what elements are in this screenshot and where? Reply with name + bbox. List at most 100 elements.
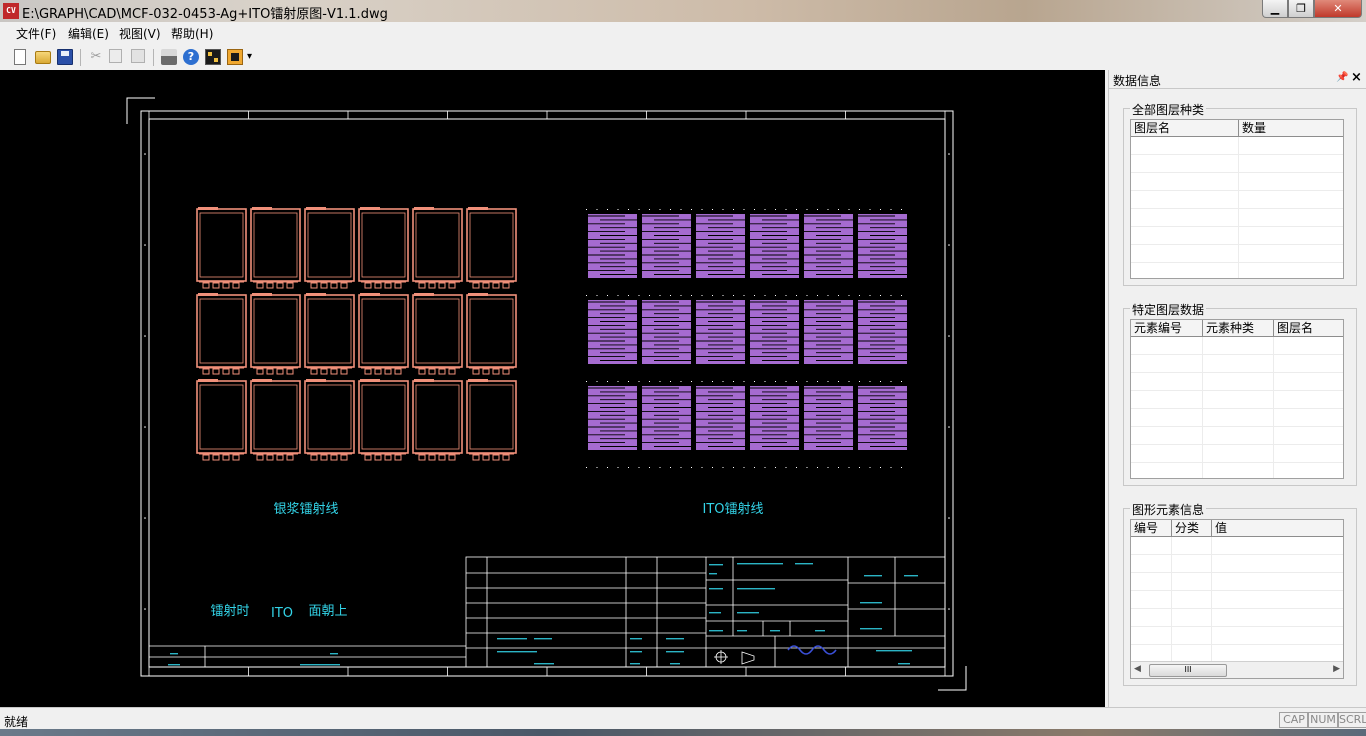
title-block (149, 556, 946, 668)
copy-icon[interactable] (109, 49, 122, 63)
label-silver: 银浆镭射线 (273, 501, 338, 517)
grid-body[interactable] (1131, 137, 1343, 278)
silver-cell (304, 293, 355, 375)
ito-cell (642, 386, 691, 450)
layer-data-grid[interactable]: 元素编号 元素种类 图层名 (1130, 319, 1344, 479)
title-bar: CV E:\GRAPH\CAD\MCF-032-0453-Ag+ITO镭射原图-… (0, 0, 1366, 22)
menu-file[interactable]: 文件(F) (16, 25, 56, 42)
app-logo-icon[interactable]: CV (3, 3, 19, 19)
grid-line (1211, 537, 1212, 662)
cad-drawing[interactable]: 银浆镭射线 ITO镭射线 镭射时 ITO 面朝上 (0, 70, 1105, 707)
grid-line (1273, 337, 1274, 478)
col-layer-name[interactable]: 图层名 (1274, 320, 1343, 336)
silver-cell (250, 293, 301, 375)
dropdown-arrow-icon[interactable]: ▾ (247, 52, 257, 62)
ito-cell (750, 386, 799, 450)
col-number[interactable]: 编号 (1131, 520, 1172, 536)
silver-cell (196, 293, 247, 375)
panel-header: 数据信息 📌 × (1109, 70, 1366, 89)
indicator-scroll: SCRL (1337, 712, 1366, 728)
help-icon[interactable]: ? (183, 49, 199, 65)
col-value[interactable]: 值 (1212, 520, 1343, 536)
grid-body[interactable] (1131, 537, 1343, 662)
toolbar: ✂ ? ▾ (0, 44, 1366, 70)
ito-cell (588, 386, 637, 450)
group-element-info: 图形元素信息 编号 分类 值 ◀ III ▶ (1123, 501, 1357, 686)
note-ito: ITO (271, 606, 293, 621)
layout-icon[interactable] (227, 49, 243, 65)
pin-icon[interactable]: 📌 (1336, 72, 1348, 83)
ito-cell (750, 300, 799, 364)
element-info-grid[interactable]: 编号 分类 值 ◀ III ▶ (1130, 519, 1344, 679)
toolbar-separator (80, 49, 81, 66)
silver-cell (304, 207, 355, 289)
scroll-right-icon[interactable]: ▶ (1333, 664, 1340, 674)
taskbar-edge (0, 729, 1366, 736)
col-element-id[interactable]: 元素编号 (1131, 320, 1203, 336)
grid-line (1171, 537, 1172, 662)
ito-cell (588, 214, 637, 278)
menu-view[interactable]: 视图(V) (119, 25, 161, 42)
data-info-panel: 数据信息 📌 × 全部图层种类 图层名 数量 特定图层数据 元素编号 元素种类 … (1108, 70, 1366, 707)
group-title: 图形元素信息 (1130, 501, 1207, 518)
silver-cell (358, 293, 409, 375)
grid-header: 图层名 数量 (1131, 120, 1343, 137)
grid-header: 编号 分类 值 (1131, 520, 1343, 537)
window-title: E:\GRAPH\CAD\MCF-032-0453-Ag+ITO镭射原图-V1.… (22, 7, 388, 22)
ito-cell (858, 386, 907, 450)
silver-cell (412, 379, 463, 461)
layers-grid[interactable]: 图层名 数量 (1130, 119, 1344, 279)
silver-laser-pattern (196, 207, 517, 461)
ito-cell (858, 300, 907, 364)
close-window-button[interactable]: ✕ (1314, 0, 1362, 18)
col-category[interactable]: 分类 (1172, 520, 1212, 536)
group-title: 特定图层数据 (1130, 301, 1207, 318)
ito-cell (588, 300, 637, 364)
grid-line (1238, 137, 1239, 278)
open-folder-icon[interactable] (35, 51, 51, 64)
silver-cell (466, 379, 517, 461)
grid-line (1202, 337, 1203, 478)
scroll-thumb[interactable]: III (1149, 664, 1227, 677)
silver-cell (412, 293, 463, 375)
drawing-canvas[interactable]: 银浆镭射线 ITO镭射线 镭射时 ITO 面朝上 (0, 70, 1105, 707)
ito-cell (804, 300, 853, 364)
note-face-up: 面朝上 (308, 604, 347, 619)
ito-cell (696, 214, 745, 278)
silver-cell (196, 207, 247, 289)
silver-cell (250, 379, 301, 461)
minimize-button[interactable]: ▁ (1262, 0, 1288, 18)
ito-cell (696, 386, 745, 450)
grid-header: 元素编号 元素种类 图层名 (1131, 320, 1343, 337)
label-ito: ITO镭射线 (702, 501, 763, 517)
crop-mark-bottom-right (938, 666, 967, 691)
ito-laser-pattern (586, 209, 907, 468)
close-panel-icon[interactable]: × (1351, 70, 1362, 85)
paste-icon[interactable] (131, 49, 145, 63)
print-icon[interactable] (161, 49, 177, 65)
col-layer-name[interactable]: 图层名 (1131, 120, 1239, 136)
col-count[interactable]: 数量 (1239, 120, 1343, 136)
ito-cell (696, 300, 745, 364)
grid-body[interactable] (1131, 337, 1343, 478)
ito-cell (642, 300, 691, 364)
silver-cell (358, 379, 409, 461)
cut-icon[interactable]: ✂ (88, 49, 104, 65)
ito-cell (858, 214, 907, 278)
group-layer-data: 特定图层数据 元素编号 元素种类 图层名 (1123, 301, 1357, 486)
horizontal-scrollbar[interactable]: ◀ III ▶ (1131, 661, 1343, 678)
ito-cell (750, 214, 799, 278)
new-file-icon[interactable] (14, 49, 26, 65)
silver-cell (466, 293, 517, 375)
menu-edit[interactable]: 编辑(E) (68, 25, 109, 42)
menu-help[interactable]: 帮助(H) (171, 25, 213, 42)
silver-cell (196, 379, 247, 461)
layers-icon[interactable] (205, 49, 221, 65)
save-icon[interactable] (57, 49, 73, 65)
note-laser-time: 镭射时 (210, 603, 249, 619)
group-all-layers: 全部图层种类 图层名 数量 (1123, 101, 1357, 286)
col-element-type[interactable]: 元素种类 (1203, 320, 1274, 336)
maximize-button[interactable]: ❐ (1288, 0, 1314, 18)
silver-cell (250, 207, 301, 289)
scroll-left-icon[interactable]: ◀ (1134, 664, 1141, 674)
